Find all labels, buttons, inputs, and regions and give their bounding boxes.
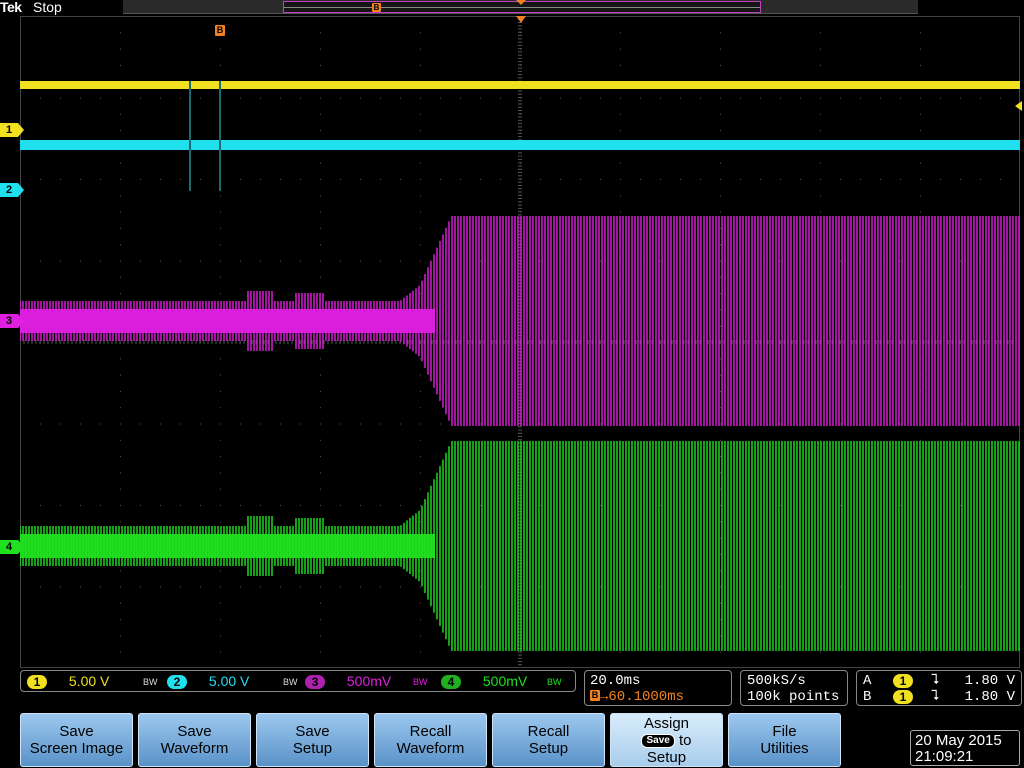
time: 21:09:21 [915,748,974,765]
button-label: Setup [292,740,333,757]
ch3-badge: 3 [305,675,325,689]
ch2-bw-icon: BW [283,677,298,687]
ch2-trace [20,140,1020,150]
sample-rate: 500kS/s [747,673,806,689]
button-label: Screen Image [29,740,124,757]
trigger-b-label: B [863,689,872,705]
button-label: Waveform [160,740,229,757]
button-label: Setup [646,748,687,766]
save-waveform-button[interactable]: Save Waveform [138,713,251,767]
save-screen-image-button[interactable]: Save Screen Image [20,713,133,767]
trigger-b-level: 1.80 V [964,689,1015,705]
ch1-ground-marker[interactable]: 1 [0,123,24,137]
top-status-bar: Tek Stop B [0,0,1024,16]
ch1-badge: 1 [27,675,47,689]
ch4-readout[interactable]: 4 500mV [441,673,527,689]
button-label: Utilities [760,740,809,757]
button-label: to [679,731,692,749]
ch2-ground-marker[interactable]: 2 [0,183,24,197]
date-time-display: 20 May 2015 21:09:21 [910,730,1020,766]
horizontal-scale: 20.0ms [590,673,641,689]
button-label: Save [295,723,330,740]
ch3-ground-marker[interactable]: 3 [0,314,24,328]
trigger-a-source: 1 [893,674,913,688]
record-b-marker: B [372,3,381,12]
ch1-bw-icon: BW [143,677,158,687]
waveform-display[interactable] [20,16,1020,668]
ch2-readout[interactable]: 2 5.00 V [167,673,249,689]
trigger-a-row: A 1 ⮧ 1.80 V [863,673,1017,689]
trigger-level-icon[interactable] [1015,101,1022,111]
button-label: Save to [611,732,722,749]
acquisition-readout[interactable]: 500kS/s 100k points [740,670,848,706]
trigger-b-position-marker[interactable]: B [215,25,225,36]
ch4-ground-marker[interactable]: 4 [0,540,24,554]
ch2-badge: 2 [167,675,187,689]
record-trigger-position-icon [516,0,526,5]
trigger-position-icon[interactable] [516,16,526,23]
trigger-a-level: 1.80 V [964,673,1015,689]
ch3-readout[interactable]: 3 500mV [305,673,391,689]
trigger-b-source: 1 [893,690,913,704]
ch1-readout[interactable]: 1 5.00 V [27,673,109,689]
ch3-bw-icon: BW [413,677,428,687]
trigger-b-row: B 1 ⮧ 1.80 V [863,689,1017,705]
button-label: File [772,723,797,740]
ch4-bw-icon: BW [547,677,562,687]
save-setup-button[interactable]: Save Setup [256,713,369,767]
horizontal-delay: B →60.1000ms [590,689,684,705]
ch3-trace-core [20,309,435,333]
brand-logo: Tek [0,0,22,15]
record-length: 100k points [747,689,840,705]
ch2-scale: 5.00 V [208,673,250,689]
button-label: Recall [527,723,570,740]
timebase-readout[interactable]: 20.0ms B →60.1000ms [584,670,732,706]
delay-value: →60.1000ms [600,689,685,705]
assign-save-button[interactable]: Assign Save to Setup [610,713,723,767]
recall-setup-button[interactable]: Recall Setup [492,713,605,767]
glitch-spikes [189,81,221,191]
ch4-trace-core [20,534,435,558]
graticule [20,16,1020,668]
run-status: Stop [33,0,62,15]
save-key-chip: Save [641,733,675,748]
button-label: Save [59,723,94,740]
ch4-badge: 4 [441,675,461,689]
trigger-a-label: A [863,673,872,689]
falling-edge-icon: ⮧ [931,689,940,705]
file-utilities-button[interactable]: File Utilities [728,713,841,767]
ch3-scale: 500mV [346,673,392,689]
date: 20 May 2015 [915,732,1002,749]
button-label: Setup [528,740,569,757]
ch1-trace [20,81,1020,89]
button-label: Save [177,723,212,740]
ch4-scale: 500mV [482,673,528,689]
channel-readout-panel[interactable]: 1 5.00 V BW 2 5.00 V BW 3 500mV BW 4 500… [20,670,576,692]
recall-waveform-button[interactable]: Recall Waveform [374,713,487,767]
trigger-readout[interactable]: A 1 ⮧ 1.80 V B 1 ⮧ 1.80 V [856,670,1022,706]
ch1-scale: 5.00 V [68,673,110,689]
button-label: Waveform [396,740,465,757]
falling-edge-icon: ⮧ [931,673,940,689]
button-label: Recall [409,723,452,740]
delay-b-marker: B [590,690,600,701]
button-label: Assign [643,714,690,732]
